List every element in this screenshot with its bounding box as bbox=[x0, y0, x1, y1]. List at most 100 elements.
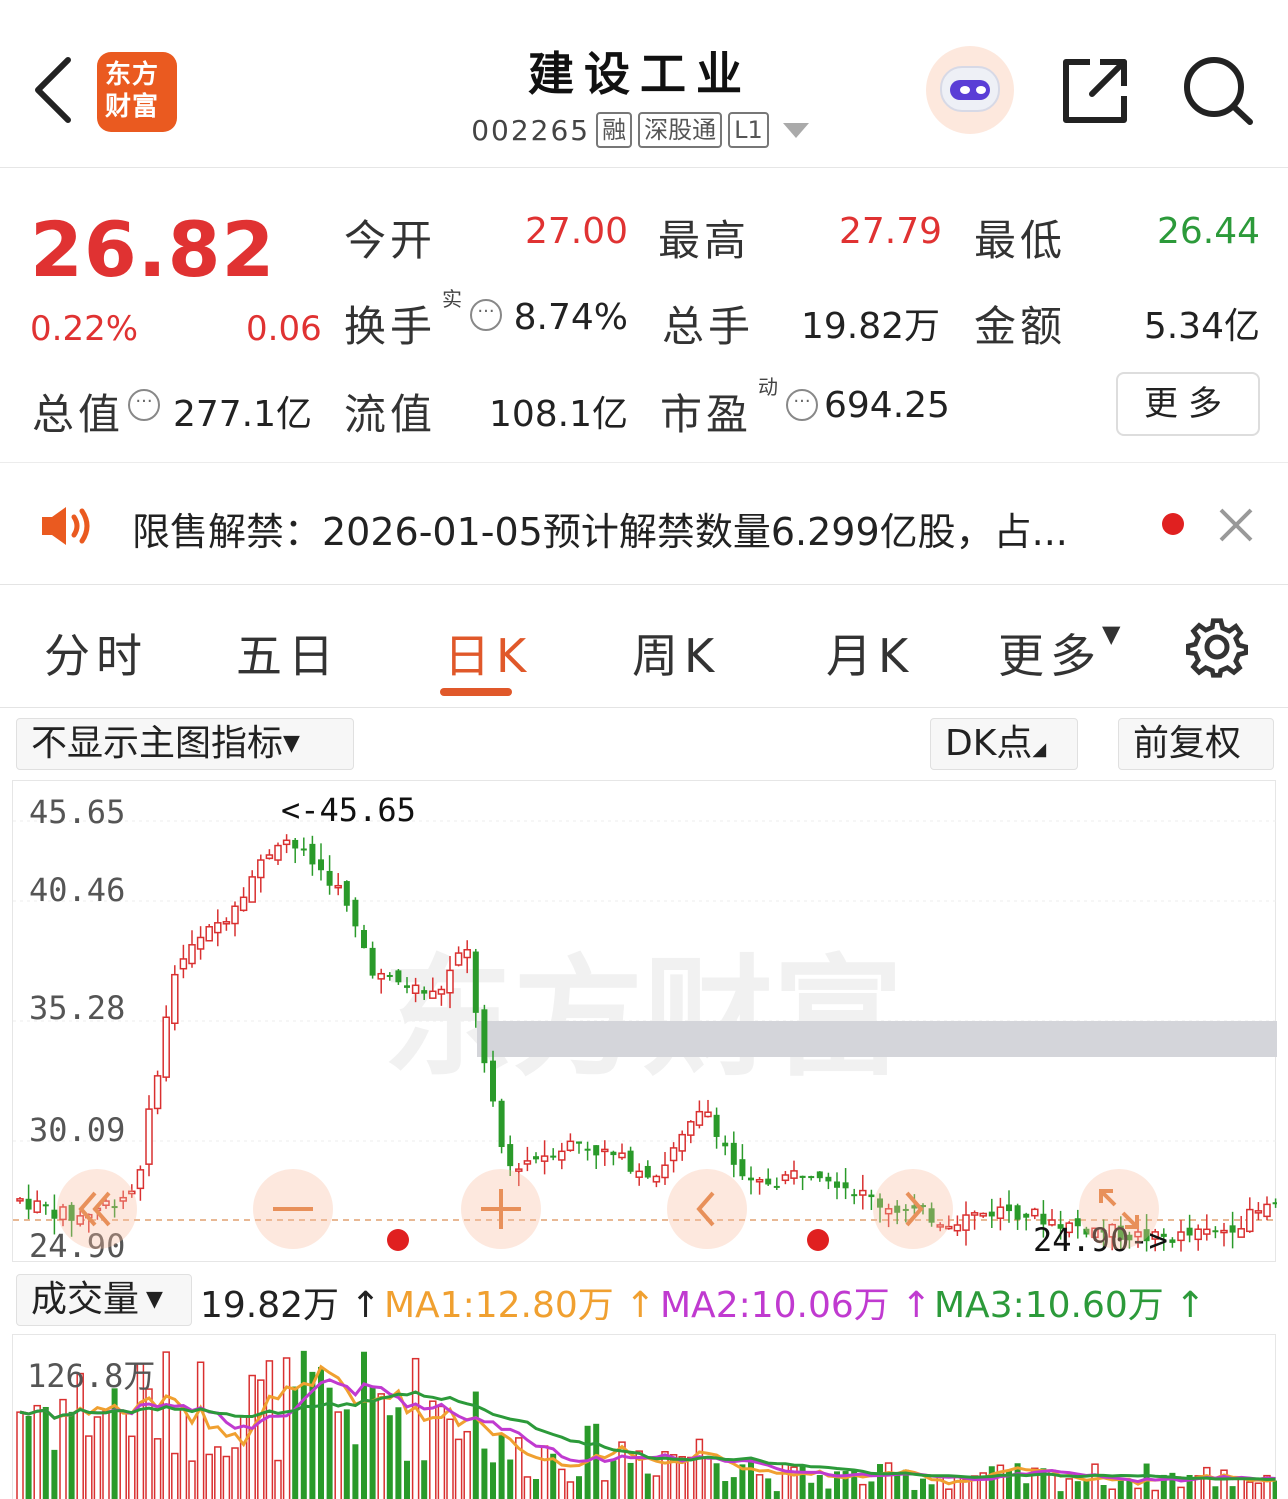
plus-icon bbox=[481, 1189, 521, 1229]
back-button[interactable] bbox=[28, 52, 78, 128]
candle-body bbox=[635, 1170, 643, 1178]
period-tabs: 分时 五日 日K 周K 月K 更多▼ bbox=[0, 586, 1288, 708]
tab-more-label: 更多 bbox=[998, 629, 1102, 683]
low-value: 26.44 bbox=[1156, 211, 1260, 252]
candle-body bbox=[1203, 1228, 1211, 1235]
more-info-icon[interactable]: ··· bbox=[128, 389, 160, 421]
zoom-out-button[interactable] bbox=[253, 1169, 333, 1249]
candle-body bbox=[1186, 1227, 1193, 1236]
candle-body bbox=[404, 985, 410, 988]
y-tick: 40.46 bbox=[29, 871, 126, 909]
volume-bar bbox=[1246, 1481, 1254, 1499]
candle-body bbox=[584, 1148, 591, 1151]
candle-body bbox=[566, 1140, 575, 1152]
tab-intraday[interactable]: 分时 bbox=[44, 620, 148, 686]
volume-bar bbox=[1100, 1485, 1107, 1499]
gear-icon[interactable] bbox=[1186, 616, 1248, 678]
tab-weekly-k[interactable]: 周K bbox=[632, 620, 720, 686]
candle-body bbox=[1014, 1205, 1021, 1220]
scroll-right-button[interactable] bbox=[873, 1169, 953, 1249]
volume-bar bbox=[1108, 1488, 1116, 1499]
volume-bar bbox=[687, 1456, 695, 1499]
stock-subtitle[interactable]: 002265 融 深股通 L1 bbox=[440, 108, 840, 152]
notice-bar[interactable]: 限售解禁：2026-01-05预计解禁数量6.299亿股，占... bbox=[0, 463, 1288, 585]
candle-body bbox=[799, 1175, 806, 1178]
fullscreen-button[interactable] bbox=[1079, 1169, 1159, 1249]
y-tick: 45.65 bbox=[29, 793, 126, 831]
volume-bar bbox=[85, 1435, 93, 1499]
volume-bar bbox=[695, 1438, 704, 1499]
candle-body bbox=[292, 839, 299, 849]
volume-bar bbox=[1177, 1486, 1185, 1499]
volume-bar bbox=[1254, 1482, 1263, 1499]
volume-bar bbox=[334, 1411, 342, 1499]
more-info-icon[interactable]: ··· bbox=[786, 389, 818, 421]
volume-chart[interactable]: 126.8万 bbox=[12, 1334, 1277, 1499]
change-percent: 0.22% bbox=[30, 309, 139, 349]
volume-bar bbox=[51, 1449, 58, 1499]
high-value: 27.79 bbox=[838, 211, 942, 252]
volume-bar bbox=[25, 1415, 32, 1499]
indicator-select[interactable]: 不显示主图指标▼ bbox=[16, 718, 354, 770]
candle-body bbox=[644, 1165, 651, 1178]
tab-five-day[interactable]: 五日 bbox=[236, 620, 340, 686]
ma2-value: MA2:10.06万 ↑ bbox=[660, 1276, 931, 1328]
volume-indicator-select[interactable]: 成交量 ▼ bbox=[16, 1274, 192, 1326]
candle-body bbox=[1177, 1231, 1185, 1242]
more-info-icon[interactable]: ··· bbox=[470, 299, 502, 331]
volume-bar bbox=[352, 1444, 359, 1499]
candle-body bbox=[361, 930, 367, 949]
open-value: 27.00 bbox=[524, 211, 628, 252]
volume-bar bbox=[437, 1405, 446, 1499]
active-tab-indicator bbox=[440, 688, 512, 696]
pe-superscript: 动 bbox=[758, 375, 778, 399]
candle-body bbox=[248, 876, 256, 903]
scroll-to-start-button[interactable] bbox=[57, 1169, 137, 1249]
close-icon[interactable] bbox=[1218, 507, 1254, 543]
kline-chart[interactable]: 东方财富 <-45.65 24.90-> 45.65 40.46 35.28 3… bbox=[12, 780, 1277, 1265]
app-logo[interactable]: 东方 财富 bbox=[97, 52, 177, 132]
candle-body bbox=[1031, 1208, 1039, 1217]
volume-bar bbox=[1057, 1491, 1064, 1499]
candle-body bbox=[1246, 1208, 1254, 1233]
caret-down-icon[interactable] bbox=[782, 122, 809, 138]
ma1-value: MA1:12.80万 ↑ bbox=[384, 1276, 655, 1328]
current-price: 26.82 bbox=[30, 205, 276, 294]
volume-bar bbox=[188, 1460, 196, 1499]
candle-body bbox=[282, 839, 291, 846]
candle-body bbox=[421, 990, 428, 994]
tab-monthly-k[interactable]: 月K bbox=[826, 620, 914, 686]
volume-bar bbox=[825, 1488, 832, 1499]
low-label: 最低 bbox=[974, 216, 1067, 265]
volume-bar bbox=[205, 1453, 213, 1499]
candle-body bbox=[377, 972, 385, 980]
tab-daily-k[interactable]: 日K bbox=[444, 620, 532, 686]
volume-bar bbox=[1134, 1487, 1142, 1499]
more-quote-button[interactable]: 更多 bbox=[1116, 372, 1260, 436]
candle-body bbox=[695, 1110, 704, 1126]
candle-body bbox=[454, 952, 463, 966]
volume-bar bbox=[868, 1481, 875, 1499]
search-button[interactable] bbox=[1180, 54, 1256, 132]
volume-bar bbox=[248, 1374, 256, 1499]
zoom-in-button[interactable] bbox=[461, 1169, 541, 1249]
candle-body bbox=[446, 969, 454, 994]
share-button[interactable] bbox=[1060, 56, 1132, 130]
robot-assistant-icon[interactable] bbox=[926, 46, 1014, 134]
candle-body bbox=[300, 848, 307, 851]
volume-bar bbox=[1117, 1478, 1124, 1499]
chevron-right-icon bbox=[905, 1191, 924, 1227]
tab-more[interactable]: 更多▼ bbox=[998, 620, 1126, 686]
candle-body bbox=[411, 984, 420, 994]
candle-body bbox=[265, 854, 274, 860]
dk-point-select[interactable]: DK点◢ bbox=[930, 718, 1078, 770]
volume-canvas bbox=[16, 1350, 1277, 1499]
volume-bar bbox=[558, 1468, 566, 1499]
tag-margin: 融 bbox=[596, 112, 633, 148]
candle-body bbox=[576, 1141, 582, 1144]
scroll-left-button[interactable] bbox=[667, 1169, 747, 1249]
adjust-select[interactable]: 前复权 bbox=[1118, 718, 1274, 770]
candle-body bbox=[162, 1016, 170, 1078]
volume-bar bbox=[808, 1482, 815, 1499]
candle-body bbox=[722, 1142, 729, 1147]
